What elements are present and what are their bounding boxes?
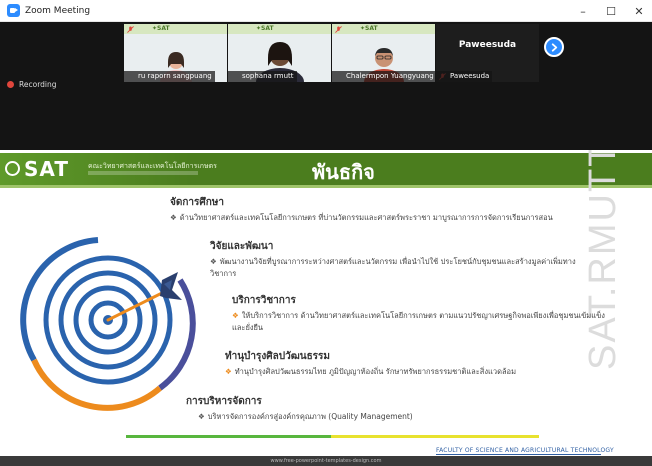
- section-heading: ทำนุบำรุงศิลปวัฒนธรรม: [225, 351, 331, 362]
- diamond-bullet-icon: ❖: [170, 213, 177, 222]
- section-text: พัฒนางานวิจัยที่บูรณาการระหว่างศาสตร์และ…: [210, 257, 576, 278]
- slide-title: พันธกิจ: [312, 160, 375, 184]
- participant-name: ru raporn sangpuang: [124, 71, 215, 82]
- muted-mic-icon: [335, 26, 342, 33]
- participant-tile[interactable]: ✦SAT sophana rmutt: [228, 24, 331, 82]
- muted-mic-icon: [127, 26, 134, 33]
- participant-name: Chalermpon Yuangyuang: [332, 71, 435, 82]
- diamond-bullet-icon: ❖: [232, 311, 239, 320]
- section-heading: การบริหารจัดการ: [186, 396, 262, 407]
- participant-tile[interactable]: Paweesuda Paweesuda: [436, 24, 539, 82]
- participant-tile[interactable]: ✦SAT ru raporn sangpuang: [124, 24, 227, 82]
- tile-background-logo: ✦SAT: [332, 24, 435, 34]
- slide-header: SAT คณะวิทยาศาสตร์และเทคโนโลยีการเกษตร พ…: [0, 153, 652, 185]
- sat-logo-icon: [5, 161, 20, 176]
- section-text: บริหารจัดการองค์กรสู่องค์กรคุณภาพ (Quali…: [207, 412, 413, 421]
- mission-academic-service: บริการวิชาการ ❖ ให้บริการวิชาการ ด้านวิทย…: [232, 293, 612, 334]
- section-text: ด้านวิทยาศาสตร์และเทคโนโลยีการเกษตร ที่บ…: [179, 213, 553, 222]
- next-page-button[interactable]: [544, 37, 564, 57]
- diamond-bullet-icon: ❖: [198, 412, 205, 421]
- window-titlebar: Zoom Meeting: [0, 0, 652, 22]
- shared-screen-slide: SAT คณะวิทยาศาสตร์และเทคโนโลยีการเกษตร พ…: [0, 150, 652, 456]
- diamond-bullet-icon: ❖: [225, 367, 232, 376]
- video-gallery-strip: ✦SAT ru raporn sangpuang ✦SAT sophana rm…: [0, 22, 652, 150]
- section-heading: จัดการศึกษา: [170, 197, 225, 208]
- footer-url: www.free-powerpoint-templates-design.com: [270, 458, 382, 464]
- participant-tile[interactable]: ✦SAT Chalermpon Yuangyuang: [332, 24, 435, 82]
- zoom-app-icon: [7, 4, 20, 17]
- participant-name: Paweesuda: [436, 71, 493, 82]
- close-button[interactable]: ✕: [622, 0, 652, 22]
- section-text: ให้บริการวิชาการ ด้านวิทยาศาสตร์และเทคโน…: [232, 311, 605, 332]
- recording-dot-icon: [7, 81, 14, 88]
- mission-research: วิจัยและพัฒนา ❖ พัฒนางานวิจัยที่บูรณาการร…: [210, 239, 590, 280]
- tile-background-logo: ✦SAT: [228, 24, 331, 34]
- mission-management: การบริหารจัดการ ❖ บริหารจัดการองค์กรสู่อง…: [186, 394, 566, 423]
- faculty-name: FACULTY OF SCIENCE AND AGRICULTURAL TECH…: [436, 447, 614, 454]
- window-title: Zoom Meeting: [25, 5, 91, 16]
- section-text: ทำนุบำรุงศิลปวัฒนธรรมไทย ภูมิปัญญาท้องถิ…: [234, 367, 517, 376]
- section-heading: บริการวิชาการ: [232, 295, 296, 306]
- tile-background-logo: ✦SAT: [124, 24, 227, 34]
- recording-label: Recording: [19, 80, 57, 89]
- target-dart-icon: [20, 237, 196, 411]
- recording-indicator: Recording: [7, 80, 57, 89]
- color-bar-green: [126, 435, 331, 438]
- chevron-right-icon: [551, 42, 557, 52]
- participant-name: sophana rmutt: [228, 71, 297, 82]
- color-bar-yellow: [331, 435, 539, 438]
- mission-culture: ทำนุบำรุงศิลปวัฒนธรรม ❖ ทำนุบำรุงศิลปวัฒน…: [225, 349, 605, 378]
- mission-education: จัดการศึกษา ❖ ด้านวิทยาศาสตร์และเทคโนโลยี…: [170, 195, 620, 224]
- participant-display-name: Paweesuda: [458, 40, 517, 50]
- sat-logo-text: SAT: [24, 157, 69, 181]
- slide-footer: www.free-powerpoint-templates-design.com: [0, 456, 652, 466]
- diamond-bullet-icon: ❖: [210, 257, 217, 266]
- section-heading: วิจัยและพัฒนา: [210, 241, 274, 252]
